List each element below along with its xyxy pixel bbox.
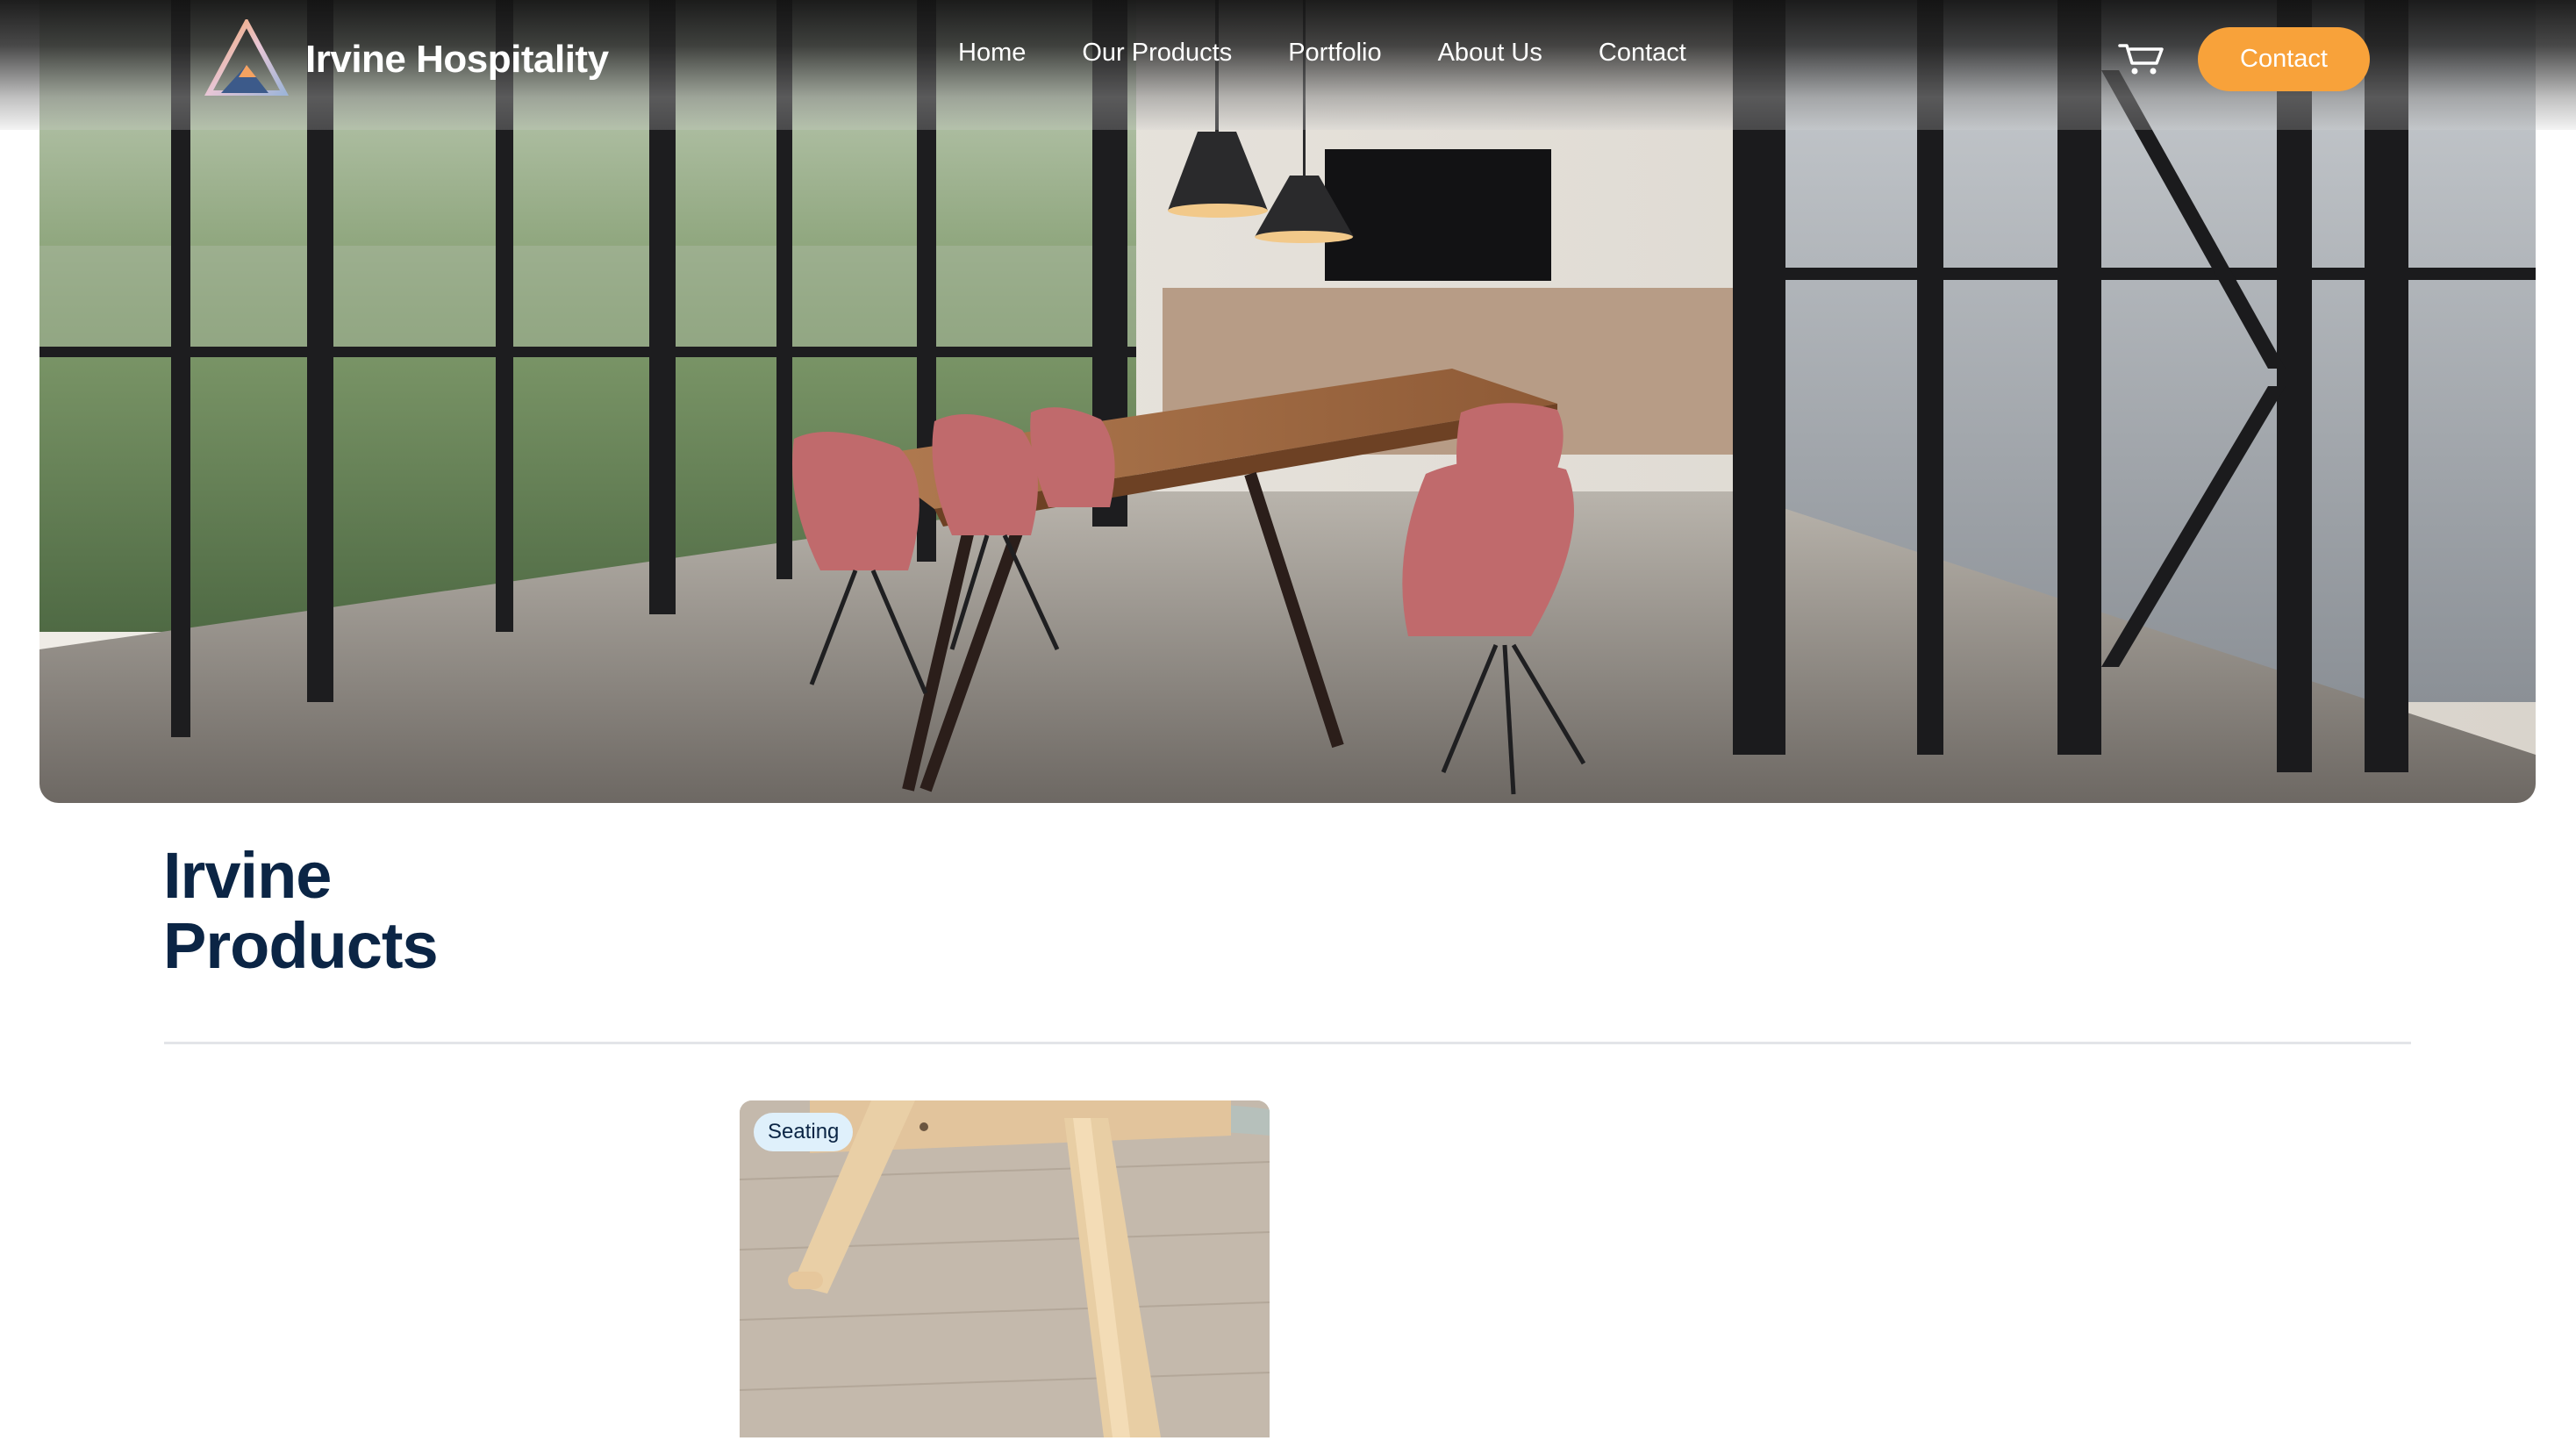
category-badge: Seating bbox=[754, 1113, 854, 1151]
main-nav: Home Our Products Portfolio About Us Con… bbox=[958, 39, 1742, 68]
section-divider bbox=[164, 1042, 2411, 1044]
shopping-cart-icon[interactable] bbox=[2118, 40, 2164, 77]
page-title: Irvine Products bbox=[163, 839, 439, 982]
product-card[interactable]: Seating bbox=[740, 1100, 1270, 1437]
nav-our-products[interactable]: Our Products bbox=[1082, 39, 1232, 68]
contact-button[interactable]: Contact bbox=[2198, 27, 2370, 91]
nav-about-us[interactable]: About Us bbox=[1438, 39, 1542, 68]
site-header: Irvine Hospitality Home Our Products Por… bbox=[0, 0, 2576, 130]
page-title-line-1: Irvine bbox=[163, 839, 332, 912]
nav-home[interactable]: Home bbox=[958, 39, 1026, 68]
page-title-line-2: Products bbox=[163, 909, 439, 982]
nav-portfolio[interactable]: Portfolio bbox=[1288, 39, 1381, 68]
logo-icon bbox=[204, 19, 290, 96]
brand-name: Irvine Hospitality bbox=[305, 38, 609, 81]
nav-contact[interactable]: Contact bbox=[1599, 39, 1686, 68]
brand-logo[interactable]: Irvine Hospitality bbox=[204, 19, 609, 100]
